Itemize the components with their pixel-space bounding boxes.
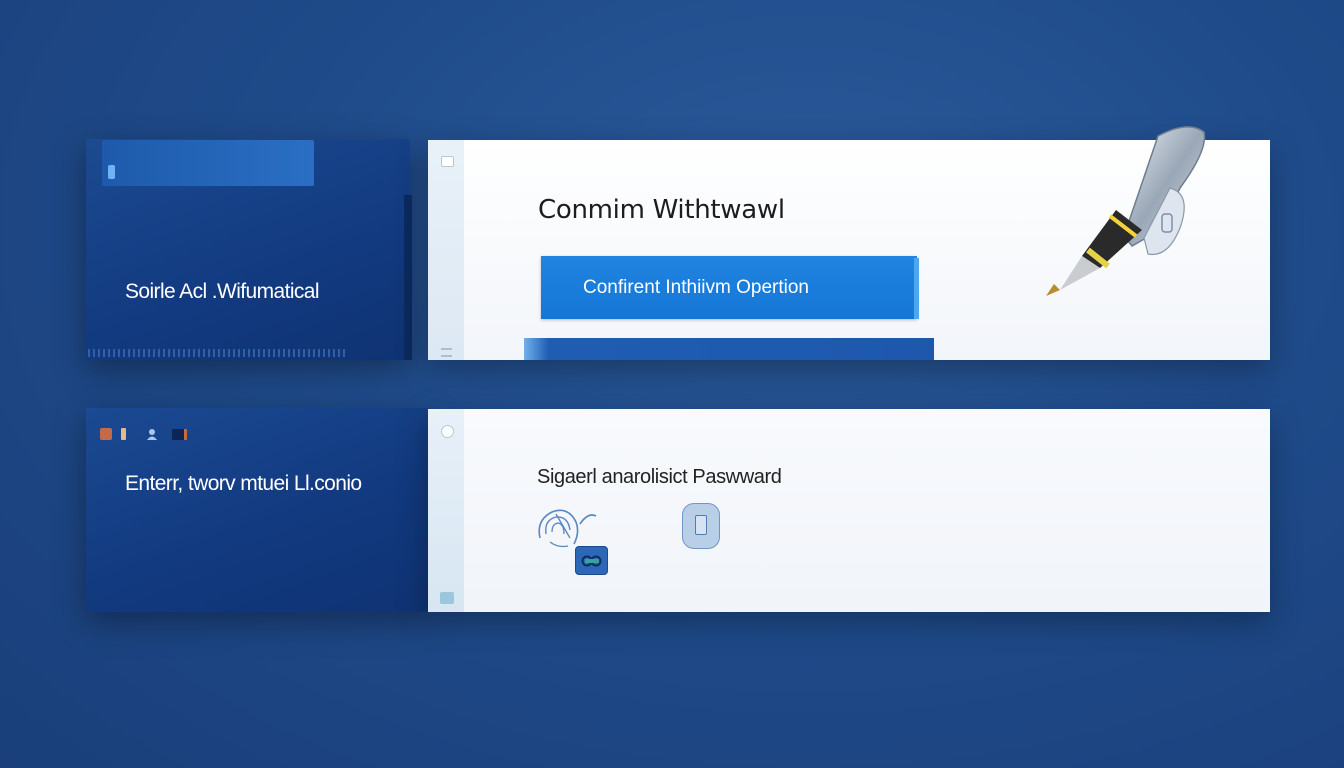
status-icon[interactable]: [441, 425, 454, 438]
panel-edge: [404, 195, 412, 360]
window-icon[interactable]: [441, 156, 454, 167]
withdrawal-title: Conmim Withtwawl: [538, 195, 785, 225]
withdrawal-sidebar-label: Soirle Acl .Wifumatical: [125, 280, 320, 303]
password-title: Sigaerl anarolisict Paswward: [537, 466, 782, 488]
dialog-side-strip: [428, 409, 464, 612]
password-sidebar-label: Enterr, tworv mtuei Ll.conio: [125, 472, 362, 495]
progress-bar: [524, 338, 934, 360]
fingerprint-icon[interactable]: [534, 504, 600, 552]
user-icon[interactable]: [146, 428, 158, 440]
tick-strip: [88, 349, 348, 357]
dialog-side-strip: [428, 140, 464, 360]
button-highlight: [914, 258, 919, 319]
menu-icon[interactable]: [441, 348, 452, 357]
confirm-operation-button[interactable]: Confirent Inthiivm Opertion: [541, 256, 917, 319]
pen-icon: [1046, 126, 1206, 296]
sidebar-tab[interactable]: [102, 140, 314, 186]
phone-icon: [695, 515, 707, 535]
grid-icon[interactable]: [440, 592, 454, 604]
password-sidebar-panel: [86, 408, 430, 612]
key-icon: [581, 555, 602, 567]
bookmark-icon[interactable]: [121, 428, 126, 440]
indicator-icon: [108, 165, 115, 179]
folder-icon[interactable]: [172, 429, 187, 440]
app-icon[interactable]: [100, 428, 112, 440]
